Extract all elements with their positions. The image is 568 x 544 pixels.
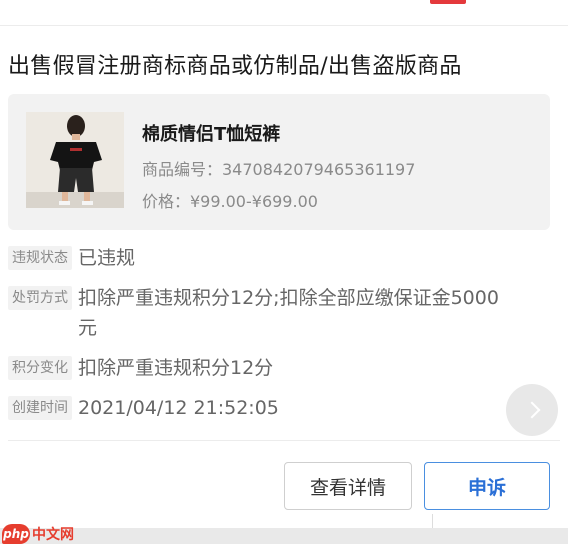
detail-row-created: 创建时间 2021/04/12 21:52:05 [8,396,508,423]
detail-label: 积分变化 [8,356,72,380]
detail-label: 创建时间 [8,396,72,420]
detail-value: 扣除严重违规积分12分 [78,357,274,379]
detail-label: 处罚方式 [8,286,72,310]
product-id: 商品编号：3470842079465361197 [142,160,416,179]
product-thumbnail [26,112,124,208]
detail-row-penalty: 处罚方式 扣除严重违规积分12分;扣除全部应缴保证金5000元 [8,286,508,343]
cropped-header-badge [430,0,466,4]
detail-value: 2021/04/12 21:52:05 [78,397,279,419]
divider [8,440,560,441]
product-card[interactable]: 棉质情侣T恤短裤 商品编号：3470842079465361197 价格：¥99… [8,94,550,230]
product-price: 价格：¥99.00-¥699.00 [142,192,318,211]
product-image [26,112,124,208]
watermark-text: 中文网 [32,527,74,543]
detail-value: 已违规 [78,247,136,269]
php-logo-icon: php [2,524,30,544]
view-details-button[interactable]: 查看详情 [284,462,412,510]
appeal-button[interactable]: 申诉 [424,462,550,510]
detail-value: 扣除严重违规积分12分;扣除全部应缴保证金5000元 [78,287,499,339]
detail-label: 违规状态 [8,246,72,270]
chevron-right-icon [523,401,541,419]
cropped-header [0,0,568,26]
detail-row-points: 积分变化 扣除严重违规积分12分 [8,356,508,383]
product-name: 棉质情侣T恤短裤 [142,124,281,145]
violation-title: 出售假冒注册商标商品或仿制品/出售盗版商品 [8,54,462,79]
detail-row-status: 违规状态 已违规 [8,246,508,273]
watermark: php 中文网 [2,524,74,544]
next-button[interactable] [506,384,558,436]
bottom-strip [0,514,568,544]
